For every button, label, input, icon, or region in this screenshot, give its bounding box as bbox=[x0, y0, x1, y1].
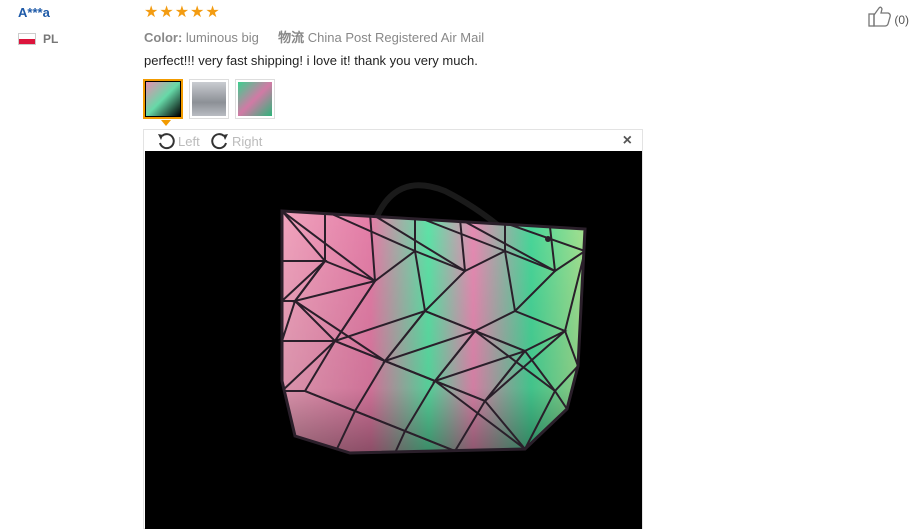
star-icon: ★ bbox=[144, 4, 159, 21]
star-icon: ★ bbox=[205, 4, 220, 21]
thumbs-up-icon bbox=[868, 6, 892, 27]
close-viewer-button[interactable]: × bbox=[623, 132, 632, 150]
rotate-right-label: Right bbox=[232, 133, 263, 149]
reviewer-name[interactable]: A***a bbox=[18, 5, 50, 20]
rotate-right-icon bbox=[211, 133, 228, 150]
thumbnail-1[interactable] bbox=[143, 79, 183, 119]
selected-thumbnail-caret bbox=[161, 120, 171, 126]
luminous-bag-image bbox=[145, 151, 642, 529]
thumbnail-3[interactable] bbox=[235, 79, 275, 119]
star-rating: ★ ★ ★ ★ ★ bbox=[144, 5, 220, 21]
poland-flag-icon bbox=[18, 33, 36, 45]
star-icon: ★ bbox=[159, 4, 174, 21]
star-icon: ★ bbox=[190, 4, 205, 21]
rotate-right-button[interactable]: Right bbox=[210, 131, 262, 151]
color-label: Color: bbox=[144, 30, 183, 45]
country-code: PL bbox=[43, 32, 59, 46]
rotate-left-button[interactable]: Left bbox=[156, 131, 200, 151]
photo-viewer: Left Right × bbox=[143, 129, 643, 529]
rotate-left-icon bbox=[158, 133, 175, 150]
color-value: luminous big bbox=[185, 30, 259, 45]
shipping-label: 物流 bbox=[278, 30, 305, 45]
order-attributes: Color: luminous big 物流 China Post Regist… bbox=[144, 27, 484, 46]
review-photo bbox=[145, 151, 642, 529]
helpful-button[interactable]: (0) bbox=[868, 5, 909, 27]
shipping-value: China Post Registered Air Mail bbox=[307, 30, 485, 45]
thumbnail-2[interactable] bbox=[189, 79, 229, 119]
photo-thumbnails bbox=[143, 79, 275, 119]
rotate-left-label: Left bbox=[178, 133, 200, 149]
helpful-count: (0) bbox=[894, 13, 909, 27]
viewer-toolbar: Left Right × bbox=[144, 130, 642, 150]
star-icon: ★ bbox=[174, 4, 190, 21]
reviewer-country: PL bbox=[18, 32, 58, 46]
review-text: perfect!!! very fast shipping! i love it… bbox=[144, 53, 478, 68]
